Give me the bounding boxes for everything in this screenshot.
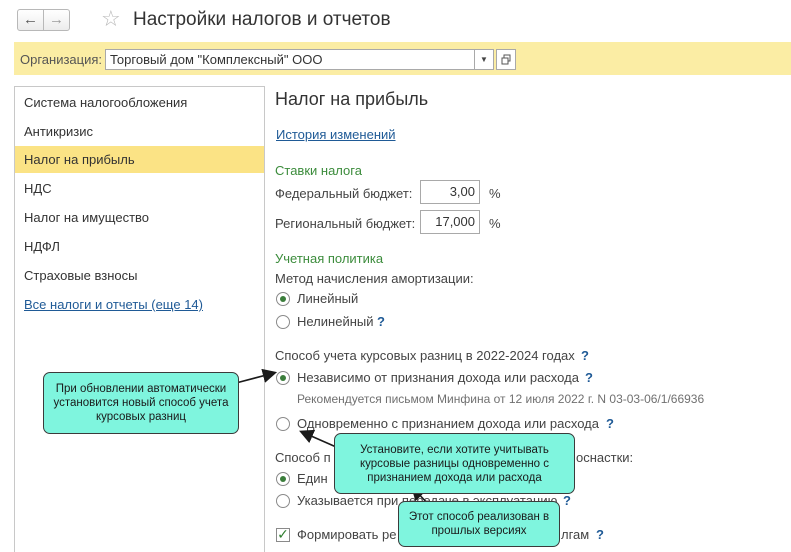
callout-simultaneous-text: Установите, если хотите учитывать курсов… [359, 443, 550, 484]
arrow-to-fx-independent [235, 368, 278, 384]
callout-simultaneous-hint: Установите, если хотите учитывать курсов… [334, 433, 575, 494]
callout-auto-update-text: При обновлении автоматически установится… [53, 383, 229, 423]
callout-old-method-text: Этот способ реализован в прошлых версиях [408, 511, 550, 537]
callout-old-method: Этот способ реализован в прошлых версиях [398, 501, 560, 547]
callout-auto-update: При обновлении автоматически установится… [43, 372, 239, 434]
